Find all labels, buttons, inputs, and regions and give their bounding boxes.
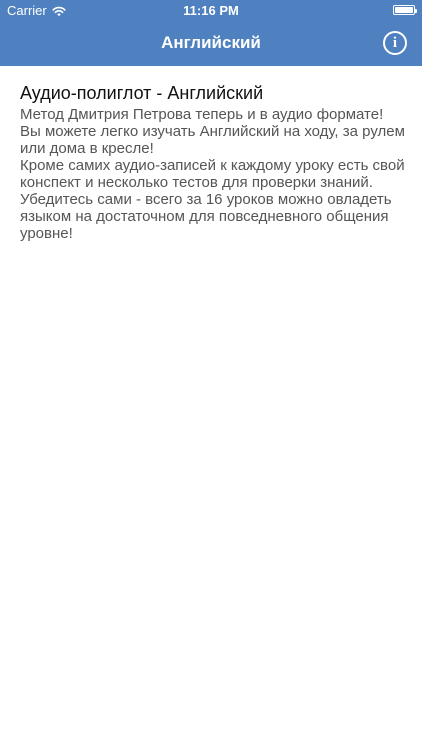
- status-time: 11:16 PM: [183, 3, 239, 18]
- description-content: Аудио-полиглот - Английский Метод Дмитри…: [20, 82, 405, 242]
- top-bar: Carrier 11:16 PM Английский i: [0, 0, 422, 66]
- description-paragraph: Метод Дмитрия Петрова теперь и в аудио ф…: [20, 106, 405, 157]
- info-button[interactable]: i: [383, 31, 407, 55]
- description-paragraph: Убедитесь сами - всего за 16 уроков можн…: [20, 191, 392, 242]
- status-bar: Carrier 11:16 PM: [0, 0, 422, 22]
- battery-icon: [393, 5, 417, 15]
- navigation-bar: Английский i: [0, 22, 422, 66]
- info-icon: i: [392, 34, 398, 51]
- battery-level: [395, 7, 413, 13]
- description-paragraph: Кроме самих аудио-записей к каждому урок…: [20, 157, 405, 191]
- content-title: Аудио-полиглот - Английский: [20, 83, 264, 103]
- nav-title: Английский: [161, 33, 261, 52]
